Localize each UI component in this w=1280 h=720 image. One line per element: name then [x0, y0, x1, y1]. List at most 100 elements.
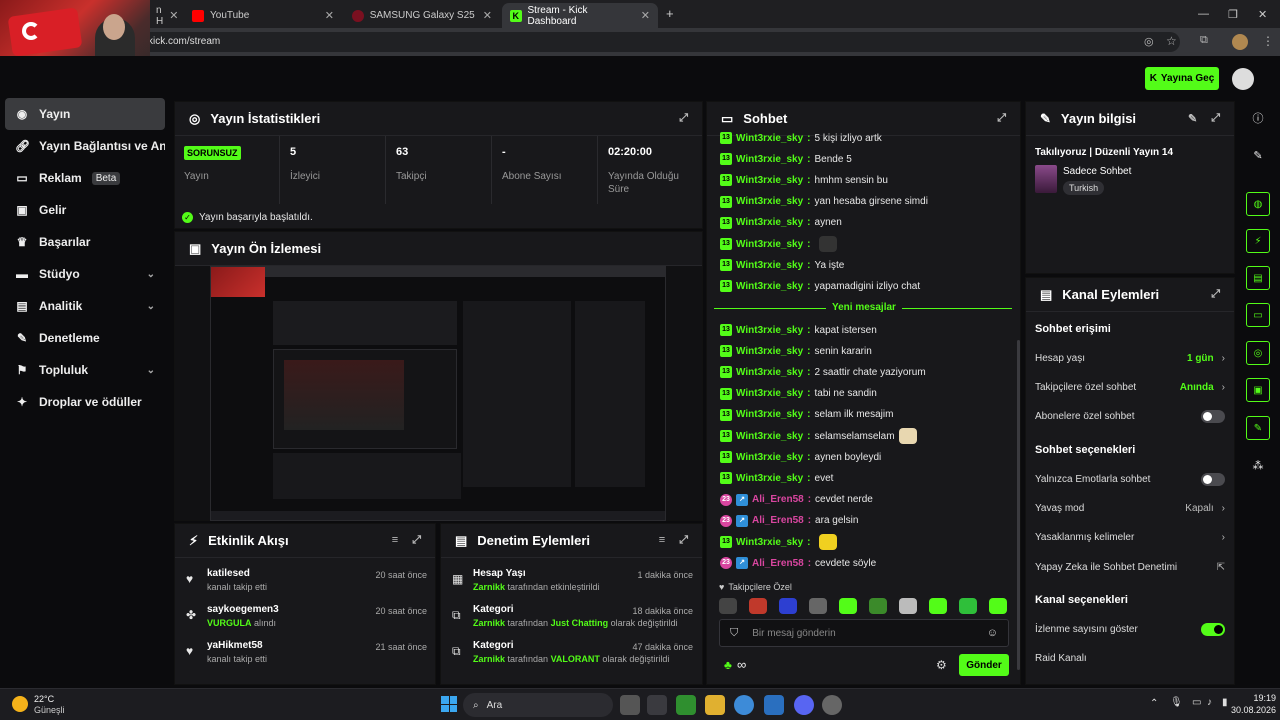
chat-username[interactable]: Ali_Eren58: [752, 494, 804, 505]
expand-icon[interactable]: ⤢: [1211, 112, 1220, 125]
chat-username[interactable]: Wint3rxie_sky: [736, 473, 803, 484]
chat-username[interactable]: Wint3rxie_sky: [736, 175, 803, 186]
extensions-icon[interactable]: ⧉: [1200, 34, 1208, 47]
info-icon[interactable]: ⓘ: [1246, 106, 1270, 130]
chat-scrollbar[interactable]: [1017, 340, 1020, 670]
network-icon[interactable]: ▭: [1192, 697, 1201, 708]
show-viewers-toggle[interactable]: [1201, 622, 1225, 636]
volume-icon[interactable]: ♪: [1207, 697, 1212, 708]
taskbar-search[interactable]: ⌕ Ara: [463, 693, 613, 717]
sidebar-item-reklam[interactable]: ▭ Reklam Beta: [5, 162, 165, 194]
chat-username[interactable]: Wint3rxie_sky: [736, 239, 803, 250]
emoji-icon[interactable]: ☺: [987, 627, 998, 639]
followers-chat-row[interactable]: Takipçilere özel sohbet Anında ›: [1035, 377, 1225, 397]
expand-icon[interactable]: ⤢: [997, 112, 1006, 125]
new-tab-icon[interactable]: +: [666, 6, 674, 21]
preview-video[interactable]: [210, 266, 666, 521]
emote-icon[interactable]: [869, 598, 887, 614]
sidebar-item-basarilar[interactable]: ♛ Başarılar: [5, 226, 165, 258]
eye-off-icon[interactable]: ◎: [1144, 35, 1154, 48]
chat-username[interactable]: Wint3rxie_sky: [736, 154, 803, 165]
slow-mode-row[interactable]: Yavaş mod Kapalı ›: [1035, 498, 1225, 518]
url-field[interactable]: kick.com/stream: [140, 32, 1180, 52]
expand-icon[interactable]: ⤢: [679, 112, 688, 125]
rail-lightning-icon[interactable]: ⚡︎: [1246, 229, 1270, 253]
account-age-row[interactable]: Hesap yaşı 1 gün ›: [1035, 348, 1225, 368]
chevron-up-icon[interactable]: ⌃: [1150, 698, 1158, 709]
emote-icon[interactable]: [989, 598, 1007, 614]
chat-username[interactable]: Wint3rxie_sky: [736, 260, 803, 271]
edit-icon[interactable]: ✎: [1246, 143, 1270, 167]
rail-document-icon[interactable]: ▤: [1246, 266, 1270, 290]
emote-icon[interactable]: [899, 598, 917, 614]
subs-chat-toggle[interactable]: [1201, 409, 1225, 423]
tab-youtube[interactable]: YouTube ✕: [184, 3, 342, 28]
discord-icon[interactable]: [794, 695, 814, 715]
sidebar-item-yayin[interactable]: ◉ Yayın: [5, 98, 165, 130]
filter-icon[interactable]: ≡: [659, 534, 665, 547]
chat-username[interactable]: Wint3rxie_sky: [736, 196, 803, 207]
chat-username[interactable]: Wint3rxie_sky: [736, 217, 803, 228]
close-icon[interactable]: ✕: [483, 9, 492, 22]
chat-username[interactable]: Wint3rxie_sky: [736, 537, 803, 548]
banned-words-row[interactable]: Yasaklanmış kelimeler ›: [1035, 527, 1225, 547]
xbox-icon[interactable]: [676, 695, 696, 715]
chat-username[interactable]: Ali_Eren58: [752, 558, 804, 569]
category-name[interactable]: Sadece Sohbet: [1063, 166, 1131, 177]
minimize-icon[interactable]: —: [1198, 8, 1209, 20]
chat-username[interactable]: Wint3rxie_sky: [736, 325, 803, 336]
close-icon[interactable]: ✕: [641, 9, 650, 22]
rail-chat-icon[interactable]: ▭: [1246, 303, 1270, 327]
rail-stats-icon[interactable]: ◍: [1246, 192, 1270, 216]
filter-icon[interactable]: ≡: [392, 534, 398, 547]
gear-icon[interactable]: ⚙: [936, 658, 947, 672]
sidebar-item-topluluk[interactable]: ⚑ Topluluk ⌄: [5, 354, 165, 386]
emote-icon[interactable]: [929, 598, 947, 614]
sidebar-item-gelir[interactable]: ▣ Gelir: [5, 194, 165, 226]
chat-username[interactable]: Wint3rxie_sky: [736, 452, 803, 463]
sidebar-item-droplar[interactable]: ✦ Droplar ve ödüller: [5, 386, 165, 418]
emote-icon[interactable]: [779, 598, 797, 614]
clock-time[interactable]: 19:19: [1236, 693, 1276, 703]
sidebar-item-analitik[interactable]: ▤ Analitik ⌄: [5, 290, 165, 322]
file-explorer-icon[interactable]: [705, 695, 725, 715]
raid-row[interactable]: Raid Kanalı: [1035, 648, 1225, 668]
user-avatar[interactable]: [1232, 68, 1254, 90]
app-icon[interactable]: [764, 695, 784, 715]
expand-icon[interactable]: ⤢: [679, 534, 688, 547]
ai-moderation-row[interactable]: Yapay Zeka ile Sohbet Denetimi ⇱: [1035, 557, 1225, 577]
app-icon[interactable]: [822, 695, 842, 715]
chat-username[interactable]: Wint3rxie_sky: [736, 388, 803, 399]
expand-icon[interactable]: ⤢: [412, 534, 421, 547]
emote-only-toggle[interactable]: [1201, 472, 1225, 486]
emote-icon[interactable]: [809, 598, 827, 614]
edit-icon[interactable]: ✎: [1188, 112, 1197, 125]
rail-wrench-icon[interactable]: ✎: [1246, 416, 1270, 440]
chat-username[interactable]: Ali_Eren58: [752, 515, 804, 526]
go-live-button[interactable]: K Yayına Geç: [1145, 67, 1219, 90]
rail-target-icon[interactable]: ◎: [1246, 341, 1270, 365]
star-icon[interactable]: ☆: [1166, 34, 1177, 48]
tab-kick-dashboard[interactable]: K Stream - Kick Dashboard ✕: [502, 3, 658, 28]
emote-icon[interactable]: [959, 598, 977, 614]
send-button[interactable]: Gönder: [959, 654, 1009, 676]
chat-username[interactable]: Wint3rxie_sky: [736, 367, 803, 378]
chat-username[interactable]: Wint3rxie_sky: [736, 409, 803, 420]
emote-icon[interactable]: [749, 598, 767, 614]
clock-date[interactable]: 30.08.2026: [1226, 705, 1276, 715]
app-icon[interactable]: [647, 695, 667, 715]
chat-username[interactable]: Wint3rxie_sky: [736, 431, 803, 442]
rail-more-icon[interactable]: ⁂: [1246, 453, 1270, 477]
maximize-icon[interactable]: ❐: [1228, 8, 1238, 21]
microphone-icon[interactable]: 🎙︎: [1170, 697, 1183, 708]
close-icon[interactable]: ✕: [169, 9, 178, 22]
sidebar-item-denetleme[interactable]: ✎ Denetleme: [5, 322, 165, 354]
points-icon[interactable]: ♣: [724, 658, 732, 672]
chat-username[interactable]: Wint3rxie_sky: [736, 346, 803, 357]
profile-avatar[interactable]: [1232, 34, 1248, 50]
chat-username[interactable]: Wint3rxie_sky: [736, 133, 803, 144]
chrome-icon[interactable]: [734, 695, 754, 715]
tab-samsung[interactable]: SAMSUNG Galaxy S25 5G 12 Gi ✕: [344, 3, 500, 28]
emote-icon[interactable]: [839, 598, 857, 614]
sidebar-item-stream-key[interactable]: 🔗︎ Yayın Bağlantısı ve Anahta: [5, 130, 165, 162]
